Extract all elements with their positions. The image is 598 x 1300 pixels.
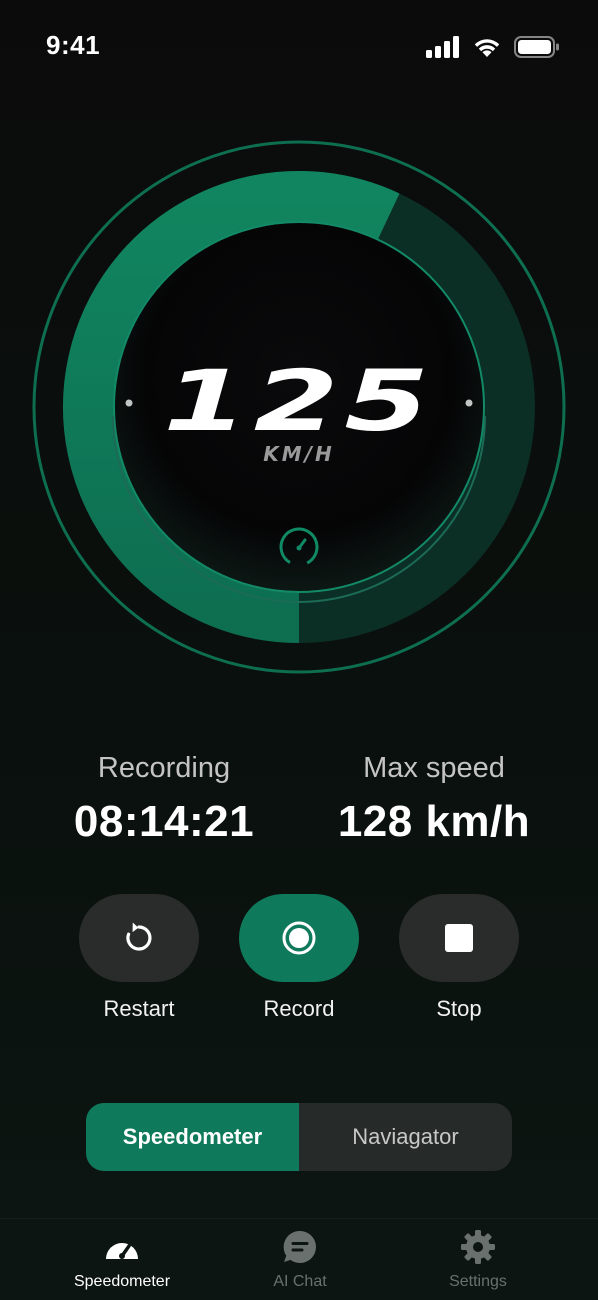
speed-value: 125 [163, 352, 435, 450]
recording-stat: Recording 08:14:21 [34, 752, 294, 847]
tab-settings[interactable]: Settings [398, 1229, 558, 1291]
record-button[interactable] [239, 894, 359, 982]
status-bar: 9:41 [0, 0, 598, 96]
max-speed-stat: Max speed 128 km/h [304, 752, 564, 847]
stop-button[interactable] [399, 894, 519, 982]
tab-label-settings: Settings [449, 1273, 507, 1290]
stop-icon [445, 924, 473, 952]
tab-bar: Speedometer AI Chat Settings [0, 1218, 598, 1300]
speed-readout: 125 [0, 352, 598, 450]
wifi-icon [474, 39, 500, 57]
status-icons [426, 36, 560, 58]
restart-icon [126, 922, 152, 951]
record-label: Record [263, 996, 335, 1021]
segment-speedometer[interactable]: Speedometer [86, 1103, 299, 1171]
mode-segmented-control: Speedometer Naviagator [86, 1103, 512, 1171]
max-speed-value: 128 km/h [337, 797, 531, 846]
restart-control: Restart [79, 894, 199, 1022]
segment-navigator[interactable]: Naviagator [299, 1103, 512, 1171]
tab-ai-chat[interactable]: AI Chat [220, 1229, 380, 1291]
cellular-signal-icon [426, 36, 459, 58]
recording-value: 08:14:21 [73, 797, 255, 846]
restart-label: Restart [103, 996, 175, 1021]
status-time: 9:41 [46, 30, 101, 60]
battery-icon [514, 36, 559, 58]
record-control: Record [239, 894, 359, 1022]
gear-icon [461, 1230, 495, 1264]
record-icon [282, 921, 316, 955]
tab-label-ai-chat: AI Chat [273, 1273, 327, 1290]
chat-icon [283, 1230, 316, 1263]
recording-label: Recording [97, 752, 231, 784]
max-speed-label: Max speed [363, 752, 505, 784]
stop-control: Stop [399, 894, 519, 1022]
tab-speedometer[interactable]: Speedometer [42, 1229, 202, 1291]
restart-button[interactable] [79, 894, 199, 982]
speed-unit: KM/H [263, 442, 335, 466]
speedometer-icon [106, 1243, 138, 1259]
stop-label: Stop [436, 996, 482, 1021]
speedometer-small-icon [279, 527, 319, 567]
tab-label-speedometer: Speedometer [73, 1273, 171, 1290]
